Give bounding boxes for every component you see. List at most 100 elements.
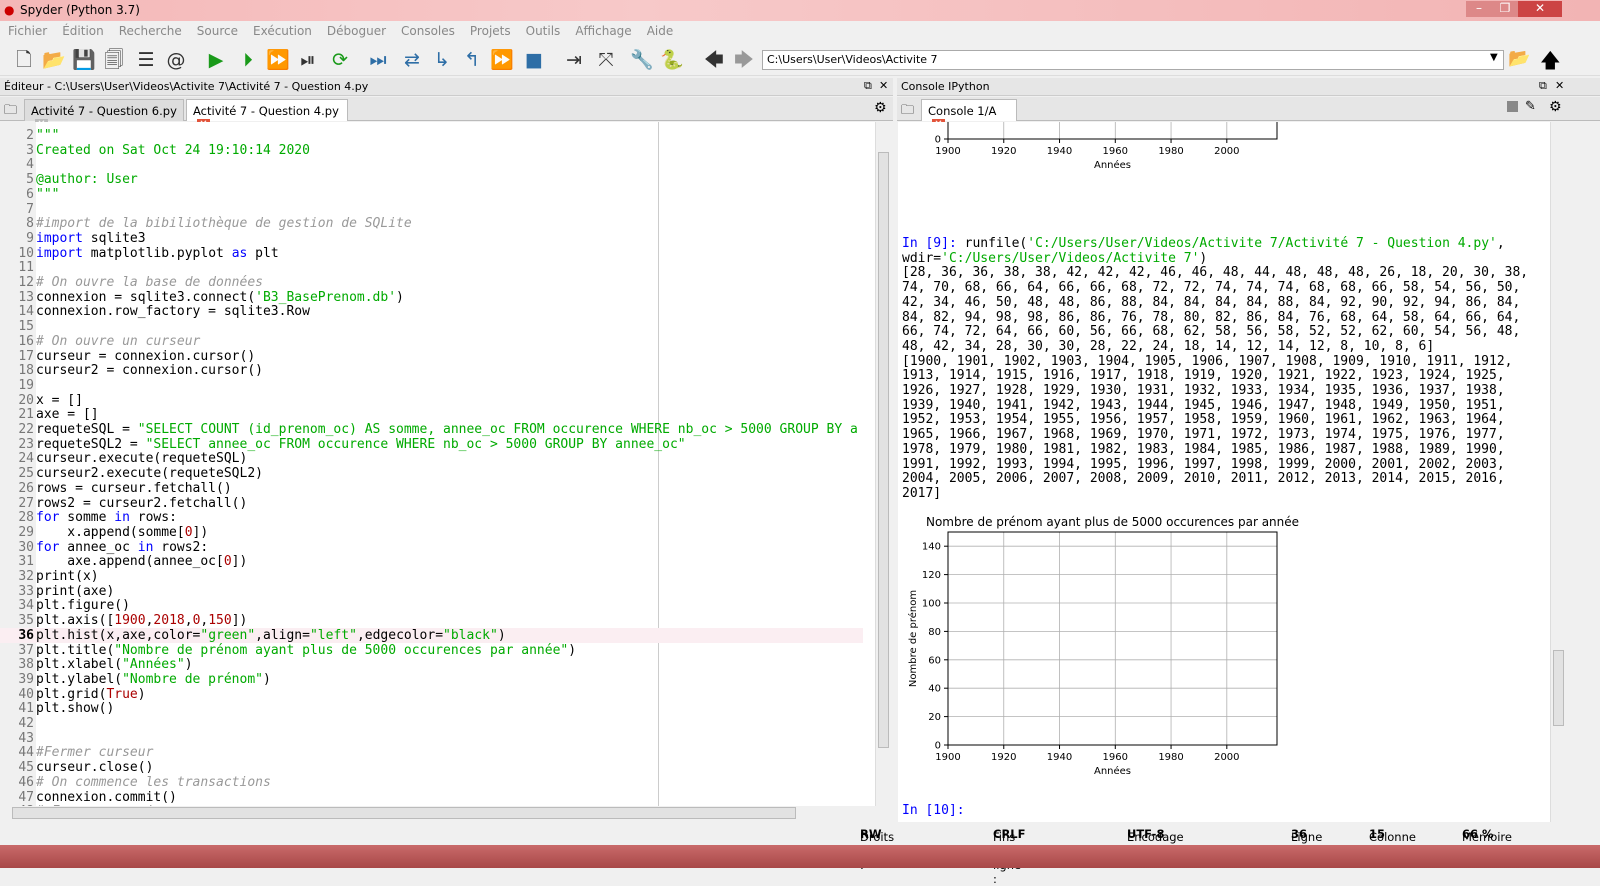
close-window-button[interactable]: ✕ <box>1518 1 1562 17</box>
menu-7[interactable]: Projets <box>462 22 518 38</box>
browse-tabs-icon[interactable]: 🗀 <box>901 101 914 123</box>
code-line[interactable]: 12 # On ouvre la base de données <box>0 275 863 290</box>
code-line[interactable]: 28 for somme in rows: <box>0 510 863 525</box>
code-line[interactable]: 32 print(x) <box>0 569 863 584</box>
scroll-thumb[interactable] <box>12 807 796 819</box>
menu-1[interactable]: Édition <box>54 22 111 38</box>
code-line[interactable]: 14 connexion.row_factory = sqlite3.Row <box>0 304 863 319</box>
continue-icon[interactable]: ⏩ <box>490 48 514 72</box>
menu-9[interactable]: Affichage <box>567 22 638 38</box>
re-run-icon[interactable]: ⟳ <box>328 48 352 72</box>
code-line[interactable]: 23 requeteSQL2 = "SELECT annee_oc FROM oc… <box>0 437 863 452</box>
menu-6[interactable]: Consoles <box>393 22 462 38</box>
menu-4[interactable]: Exécution <box>245 22 319 38</box>
minimize-button[interactable]: – <box>1466 1 1492 17</box>
at-symbol-icon[interactable]: @ <box>164 48 188 72</box>
code-line[interactable]: 27 rows2 = curseur2.fetchall() <box>0 496 863 511</box>
gear-icon[interactable]: ⚙ <box>874 100 887 116</box>
tab-console-1a[interactable]: Console 1/A✕ <box>921 99 1017 132</box>
ipython-console[interactable]: 1900 1920 1940 1960 1980 2000 0 20 40 Années In [… <box>898 122 1550 822</box>
code-line[interactable]: 47 connexion.commit() <box>0 790 863 805</box>
menu-10[interactable]: Aide <box>639 22 681 38</box>
code-line[interactable]: 3 Created on Sat Oct 24 19:10:14 2020 <box>0 143 863 158</box>
code-line[interactable]: 26 rows = curseur.fetchall() <box>0 481 863 496</box>
chevron-down-icon[interactable]: ▼ <box>1490 52 1498 63</box>
code-line[interactable]: 13 connexion = sqlite3.connect('B3_BasePr… <box>0 290 863 305</box>
close-pane-icon[interactable]: ✕ <box>1555 79 1564 92</box>
gear-icon[interactable]: ⚙ <box>1549 99 1562 115</box>
python-path-icon[interactable]: 🐍 <box>660 48 684 72</box>
code-line[interactable]: 39 plt.ylabel("Nombre de prénom") <box>0 672 863 687</box>
code-editor[interactable]: 2 """ 3 Created on Sat Oct 24 19:10:14 2020… <box>0 122 875 806</box>
menu-3[interactable]: Source <box>189 22 245 38</box>
code-line[interactable]: 19 <box>0 378 863 393</box>
menu-0[interactable]: Fichier <box>0 22 54 38</box>
code-line[interactable]: 6 """ <box>0 187 863 202</box>
code-line[interactable]: 30 for annee_oc in rows2: <box>0 540 863 555</box>
browse-tabs-icon[interactable]: 🗀 <box>4 101 17 123</box>
undock-icon[interactable]: ⧉ <box>1539 79 1547 93</box>
maximize-pane-icon[interactable]: ⇥ <box>562 48 586 72</box>
code-line[interactable]: 25 curseur2.execute(requeteSQL2) <box>0 466 863 481</box>
forward-icon[interactable]: 🡆 <box>732 48 756 72</box>
stop-icon[interactable]: ■ <box>522 48 546 72</box>
code-line[interactable]: 44 #Fermer curseur <box>0 745 863 760</box>
code-line[interactable]: 38 plt.xlabel("Années") <box>0 657 863 672</box>
code-line[interactable]: 37 plt.title("Nombre de prénom ayant plus… <box>0 643 863 658</box>
scroll-thumb[interactable] <box>878 152 889 748</box>
working-directory-input[interactable]: C:\Users\User\Videos\Activite 7 <box>762 50 1504 70</box>
run-selection-icon[interactable]: ⏯ <box>296 48 320 72</box>
code-line[interactable]: 16 # On ouvre un curseur <box>0 334 863 349</box>
run-cell-advance-icon[interactable]: ⏩ <box>266 48 290 72</box>
code-line[interactable]: 46 # On commence les transactions <box>0 775 863 790</box>
code-line[interactable]: 15 <box>0 319 863 334</box>
run-icon[interactable]: ▶ <box>204 48 228 72</box>
new-file-icon[interactable]: 🗋 <box>12 48 36 72</box>
close-pane-icon[interactable]: ✕ <box>879 79 888 92</box>
back-icon[interactable]: 🡄 <box>702 48 726 72</box>
parent-directory-icon[interactable]: 🡅 <box>1540 46 1561 80</box>
code-line[interactable]: 18 curseur2 = connexion.cursor() <box>0 363 863 378</box>
menu-2[interactable]: Recherche <box>111 22 189 38</box>
save-icon[interactable]: 💾 <box>72 48 96 72</box>
outline-icon[interactable]: ☰ <box>134 48 158 72</box>
console-vertical-scrollbar[interactable] <box>1550 122 1566 822</box>
tab-question-4[interactable]: Activité 7 - Question 4.py✕ <box>186 99 348 132</box>
code-line[interactable]: 8 #import de la bibiliothèque de gestion … <box>0 216 863 231</box>
menu-8[interactable]: Outils <box>518 22 568 38</box>
code-line[interactable]: 45 curseur.close() <box>0 760 863 775</box>
preferences-icon[interactable]: 🔧 <box>630 48 654 72</box>
open-file-icon[interactable]: 📂 <box>42 48 66 72</box>
tab-question-6[interactable]: Activité 7 - Question 6.py✕ <box>24 99 184 132</box>
editor-horizontal-scrollbar[interactable] <box>0 806 875 821</box>
code-line[interactable]: 42 <box>0 716 863 731</box>
code-line[interactable]: 2 """ <box>0 128 863 143</box>
step-return-icon[interactable]: ↰ <box>460 48 484 72</box>
code-line[interactable]: 5 @author: User <box>0 172 863 187</box>
debug-icon[interactable]: ⏭ <box>366 48 390 72</box>
restore-button[interactable]: ❐ <box>1492 1 1518 17</box>
scroll-thumb[interactable] <box>1553 650 1564 726</box>
save-all-icon[interactable]: 🗐 <box>102 48 126 72</box>
step-into-icon[interactable]: ↳ <box>430 48 454 72</box>
fullscreen-icon[interactable]: ⤧ <box>594 48 618 72</box>
browse-folder-icon[interactable]: 📂 <box>1508 48 1530 69</box>
undock-icon[interactable]: ⧉ <box>864 79 872 93</box>
code-line[interactable]: 20 x = [] <box>0 393 863 408</box>
menu-5[interactable]: Déboguer <box>319 22 393 38</box>
code-line[interactable]: 24 curseur.execute(requeteSQL) <box>0 451 863 466</box>
code-line[interactable]: 7 <box>0 202 863 217</box>
code-line[interactable]: 33 print(axe) <box>0 584 863 599</box>
code-line[interactable]: 34 plt.figure() <box>0 598 863 613</box>
code-line[interactable]: 31 axe.append(annee_oc[0]) <box>0 554 863 569</box>
code-line[interactable]: 40 plt.grid(True) <box>0 687 863 702</box>
run-cell-icon[interactable]: ⏵ <box>236 48 260 72</box>
code-line[interactable]: 22 requeteSQL = "SELECT COUNT (id_prenom_… <box>0 422 863 437</box>
editor-vertical-scrollbar[interactable] <box>875 122 891 806</box>
stop-kernel-icon[interactable] <box>1507 101 1518 112</box>
step-icon[interactable]: ⇄ <box>400 48 424 72</box>
code-line[interactable]: 21 axe = [] <box>0 407 863 422</box>
code-line[interactable]: 41 plt.show() <box>0 701 863 716</box>
code-line[interactable]: 43 <box>0 731 863 746</box>
code-line[interactable]: 11 <box>0 260 863 275</box>
